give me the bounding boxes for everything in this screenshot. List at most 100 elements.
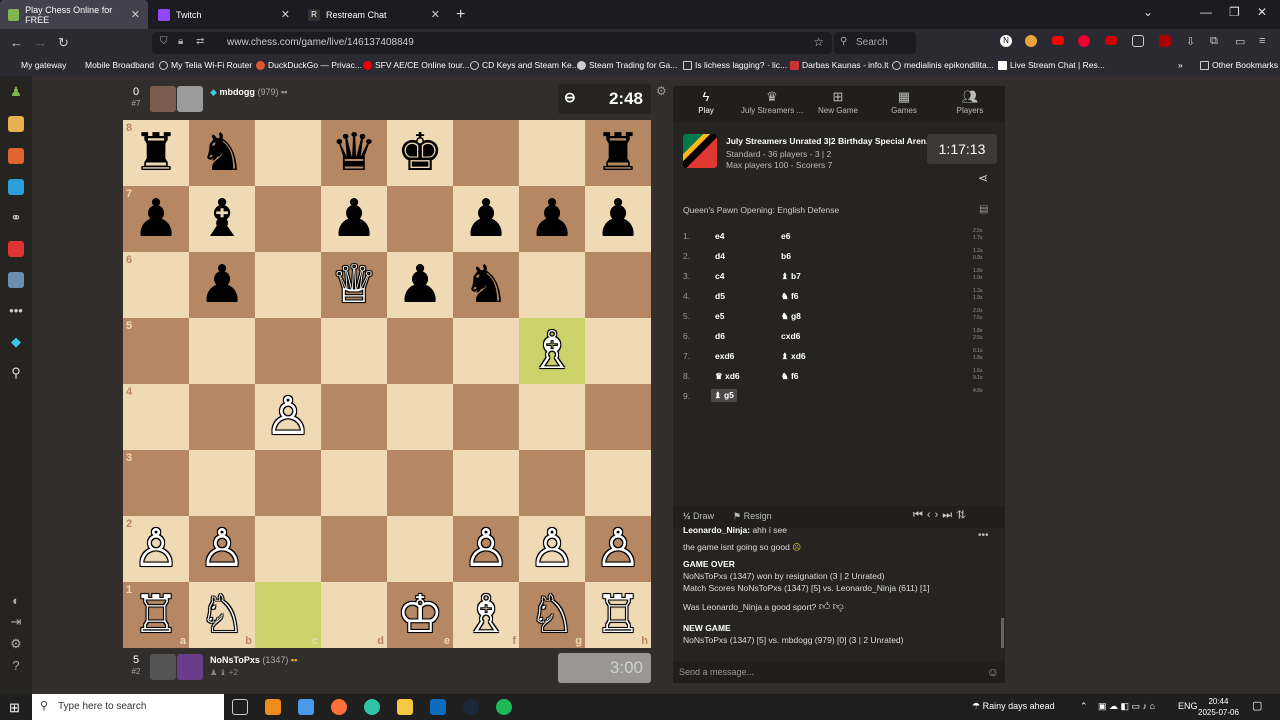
url-bar[interactable]: ⛉ 🔒︎ ⇄ www.chess.com/game/live/146137408… — [152, 32, 832, 54]
url-text[interactable]: www.chess.com/game/live/146137408849 — [227, 37, 414, 48]
avatar[interactable] — [150, 654, 176, 680]
collapse-icon[interactable]: ⇥ — [8, 614, 24, 630]
help-icon[interactable]: ? — [8, 658, 24, 674]
white-piece-b1[interactable]: ♘ — [189, 582, 255, 648]
black-move[interactable]: ♝ xd6 — [781, 351, 806, 362]
square-f3[interactable] — [453, 450, 519, 516]
square-g8[interactable] — [519, 120, 585, 186]
black-piece-h7[interactable]: ♟ — [585, 186, 651, 252]
tournament-avatar[interactable] — [683, 134, 717, 168]
square-a6[interactable]: 6 — [123, 252, 189, 318]
last-move-icon[interactable]: ⏭ — [942, 509, 956, 521]
black-piece-f6[interactable]: ♞ — [453, 252, 519, 318]
black-piece-a7[interactable]: ♟ — [123, 186, 189, 252]
task-view-icon[interactable] — [232, 699, 248, 715]
square-b5[interactable] — [189, 318, 255, 384]
square-h3[interactable] — [585, 450, 651, 516]
theme-toggle-icon[interactable]: ◐ — [8, 593, 24, 609]
black-piece-d8[interactable]: ♛ — [321, 120, 387, 186]
white-piece-f1[interactable]: ♗ — [453, 582, 519, 648]
resign-button[interactable]: ⚑ Resign — [733, 511, 772, 522]
close-window-icon[interactable]: ✕ — [1257, 5, 1267, 19]
chat-input[interactable]: Send a message... ☺ — [673, 661, 1005, 683]
square-b4[interactable] — [189, 384, 255, 450]
maximize-icon[interactable]: ❐ — [1229, 5, 1240, 19]
bookmark-item[interactable]: Mobile Broadband — [85, 60, 154, 70]
windows-start-icon[interactable]: ⊞ — [9, 700, 20, 716]
tournament-title[interactable]: July Streamers Unrated 3|2 Birthday Spec… — [726, 136, 933, 146]
white-piece-f2[interactable]: ♙ — [453, 516, 519, 582]
chess-board[interactable]: 8 7 6 5 4 3 2 1 a b c d e f g h ♜ ♞ ♛ ♚ ♜ ♟ ♝ ♟ ♟ ♟ ♟ ♟ ♕ ♟ ♞ ♗ ♙ ♙ ♙ ♙ ♙ ♙ ♖ ♘… — [123, 120, 651, 648]
square-e5[interactable] — [387, 318, 453, 384]
square-f5[interactable] — [453, 318, 519, 384]
square-f4[interactable] — [453, 384, 519, 450]
square-g3[interactable] — [519, 450, 585, 516]
close-icon[interactable]: ✕ — [131, 8, 140, 21]
white-piece-g2[interactable]: ♙ — [519, 516, 585, 582]
white-piece-h2[interactable]: ♙ — [585, 516, 651, 582]
steam-icon[interactable] — [463, 699, 479, 715]
black-move[interactable]: ♞ f6 — [781, 371, 799, 382]
square-d2[interactable] — [321, 516, 387, 582]
square-f8[interactable] — [453, 120, 519, 186]
black-move[interactable]: ♝ b7 — [781, 271, 801, 282]
white-move[interactable]: ♝ g5 — [711, 389, 737, 402]
menu-icon[interactable]: ≡ — [1259, 35, 1265, 47]
emoji-icon[interactable]: ☺ — [987, 665, 999, 679]
top-player-name[interactable]: ◆ mbdogg (979) ▪▪ — [210, 87, 287, 98]
draw-button[interactable]: ½ Draw — [683, 511, 714, 521]
square-g6[interactable] — [519, 252, 585, 318]
square-c3[interactable] — [255, 450, 321, 516]
black-piece-e6[interactable]: ♟ — [387, 252, 453, 318]
chess-logo-icon[interactable]: ♟ — [8, 84, 24, 100]
white-move[interactable]: d5 — [715, 291, 725, 301]
bookmark-item[interactable]: CD Keys and Steam Ke... — [470, 60, 579, 70]
white-piece-d6[interactable]: ♕ — [321, 252, 387, 318]
bookmark-item[interactable]: DuckDuckGo — Privac... — [256, 60, 362, 70]
chat-menu-icon[interactable]: ••• — [978, 530, 989, 541]
black-piece-h8[interactable]: ♜ — [585, 120, 651, 186]
thumbs-up-icon[interactable]: 👍︎ — [819, 601, 831, 613]
white-move[interactable]: d4 — [715, 251, 725, 261]
square-a5[interactable]: 5 — [123, 318, 189, 384]
white-move[interactable]: c4 — [715, 271, 724, 281]
black-piece-d7[interactable]: ♟ — [321, 186, 387, 252]
square-d1[interactable]: d — [321, 582, 387, 648]
youtube-icon[interactable] — [1052, 36, 1064, 45]
store-icon[interactable] — [298, 699, 314, 715]
bottom-player-name[interactable]: NoNsToPxs (1347) ▪▪ — [210, 655, 297, 665]
file-explorer-icon[interactable] — [397, 699, 413, 715]
watch-icon[interactable] — [8, 179, 24, 195]
downloads-icon[interactable]: ⇩ — [1186, 35, 1195, 48]
avatar[interactable] — [177, 86, 203, 112]
square-d4[interactable] — [321, 384, 387, 450]
bookmark-item[interactable]: Darbas Kaunas - info.lt — [790, 60, 888, 70]
square-c1[interactable]: c — [255, 582, 321, 648]
white-move[interactable]: e5 — [715, 311, 724, 321]
square-g4[interactable] — [519, 384, 585, 450]
square-c2[interactable] — [255, 516, 321, 582]
language-indicator[interactable]: ENG — [1178, 701, 1198, 711]
tab-chess[interactable]: Play Chess Online for FREE ✕ — [0, 0, 148, 29]
tab-players[interactable]: 👥︎ Players — [937, 88, 1003, 115]
tab-twitch[interactable]: Twitch ✕ — [150, 0, 298, 29]
square-h4[interactable] — [585, 384, 651, 450]
square-c8[interactable] — [255, 120, 321, 186]
outlook-icon[interactable] — [430, 699, 446, 715]
tab-new-game[interactable]: ⊞ New Game — [805, 88, 871, 115]
square-b3[interactable] — [189, 450, 255, 516]
avatar[interactable] — [150, 86, 176, 112]
reload-icon[interactable]: ↻ — [58, 35, 69, 51]
extensions-icon[interactable]: ⧉ — [1210, 35, 1218, 48]
white-move[interactable]: e4 — [715, 231, 724, 241]
black-piece-e8[interactable]: ♚ — [387, 120, 453, 186]
bookmark-item[interactable]: Live Stream Chat | Res... — [998, 60, 1105, 70]
edge-icon[interactable] — [364, 699, 380, 715]
tab-tournament[interactable]: ♛ July Streamers ... — [739, 88, 805, 115]
square-e7[interactable] — [387, 186, 453, 252]
learn-icon[interactable] — [8, 148, 24, 164]
bookmark-item[interactable]: Steam Trading for Ga... — [577, 60, 677, 70]
spotify-icon[interactable] — [496, 699, 512, 715]
square-a3[interactable]: 3 — [123, 450, 189, 516]
avatar[interactable] — [177, 654, 203, 680]
